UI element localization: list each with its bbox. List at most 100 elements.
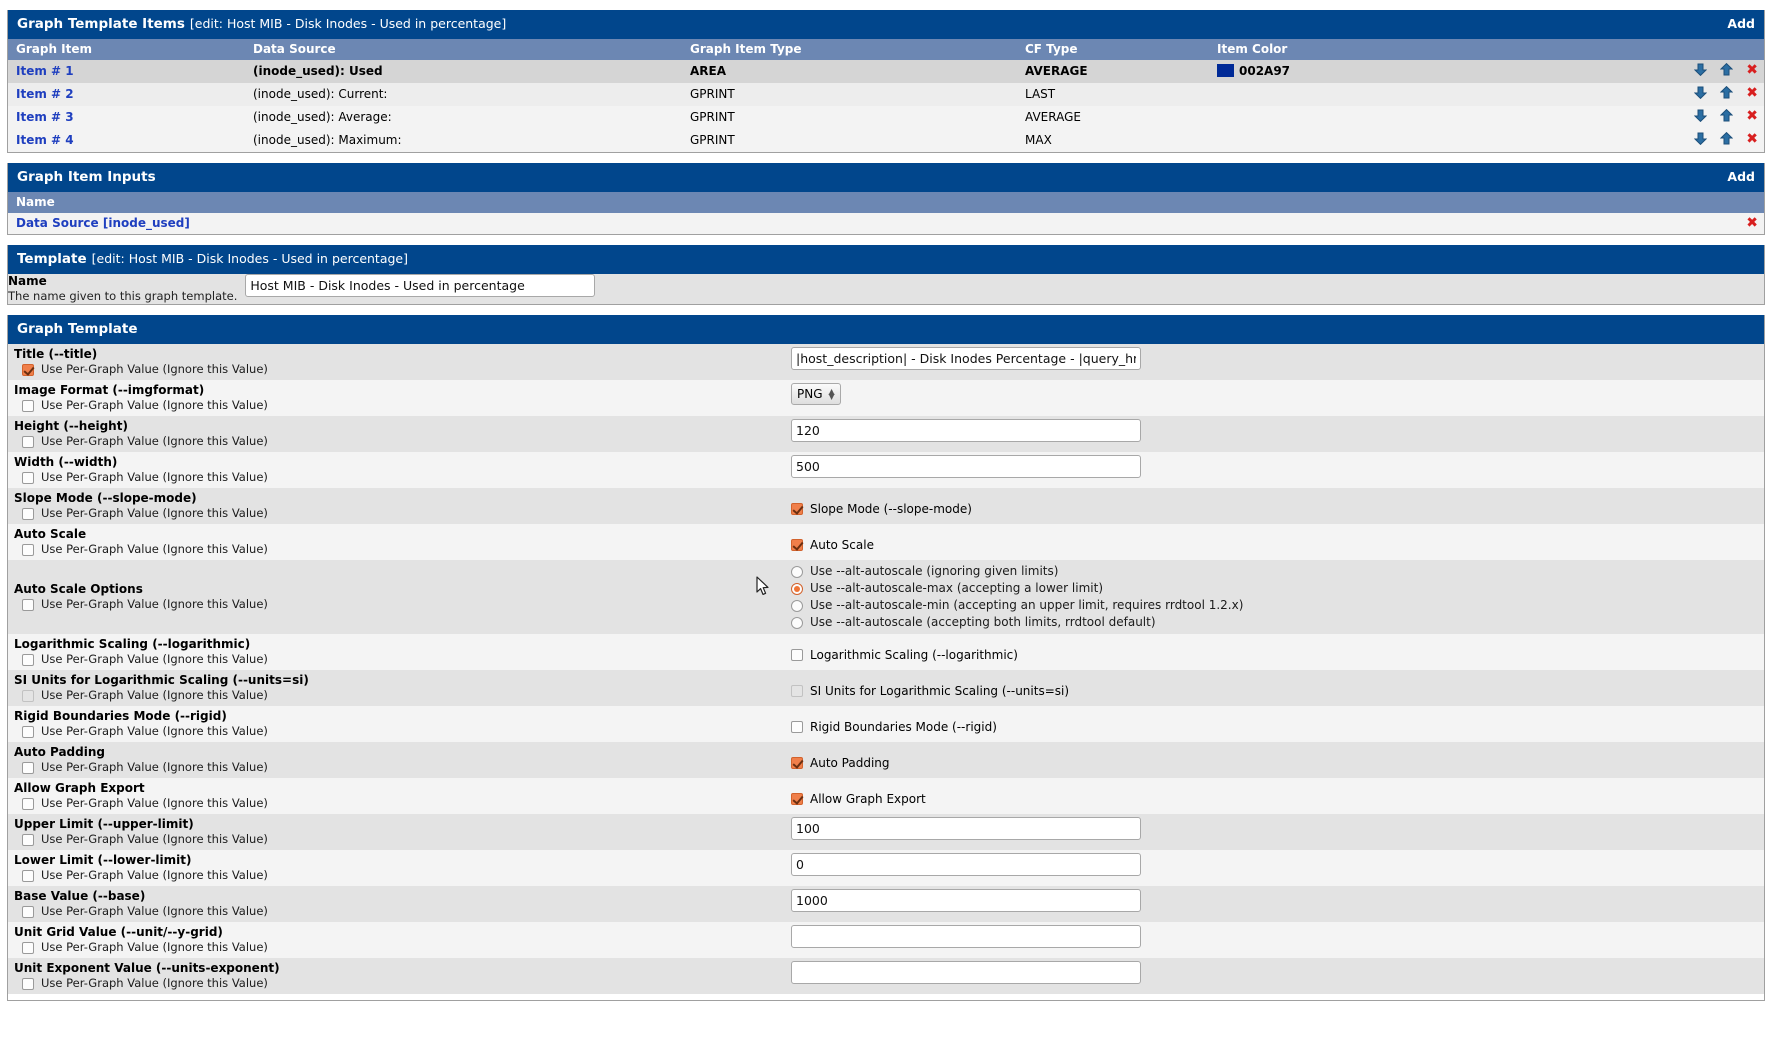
per-graph-value-row[interactable]: Use Per-Graph Value (Ignore this Value) bbox=[14, 506, 783, 521]
per-graph-value-checkbox[interactable] bbox=[22, 977, 34, 990]
per-graph-value-row[interactable]: Use Per-Graph Value (Ignore this Value) bbox=[14, 760, 783, 775]
upper-limit-input[interactable] bbox=[791, 817, 1141, 840]
allow-graph-export-row[interactable]: Allow Graph Export bbox=[783, 781, 1764, 807]
autoscale-option-2[interactable]: Use --alt-autoscale-min (accepting an up… bbox=[783, 597, 1764, 614]
unit-grid-value-input[interactable] bbox=[791, 925, 1141, 948]
per-graph-value-row[interactable]: Use Per-Graph Value (Ignore this Value) bbox=[14, 470, 783, 485]
per-graph-value-row[interactable]: Use Per-Graph Value (Ignore this Value) bbox=[14, 724, 783, 739]
per-graph-value-checkbox[interactable] bbox=[22, 543, 34, 556]
per-graph-value-row[interactable]: Use Per-Graph Value (Ignore this Value) bbox=[14, 652, 783, 667]
graph-item-inputs-add-link[interactable]: Add bbox=[1727, 169, 1755, 184]
per-graph-value-row[interactable]: Use Per-Graph Value (Ignore this Value) bbox=[14, 832, 783, 847]
autoscale-radio-3[interactable] bbox=[791, 616, 803, 629]
col-graph-item[interactable]: Graph Item bbox=[8, 39, 245, 60]
delete-icon[interactable]: ✖ bbox=[1746, 109, 1758, 123]
rigid-row[interactable]: Rigid Boundaries Mode (--rigid) bbox=[783, 709, 1764, 735]
graph-item-link-label[interactable]: Item # 4 bbox=[16, 133, 74, 147]
rigid-checkbox[interactable] bbox=[791, 721, 803, 733]
unit-exponent-value-input[interactable] bbox=[791, 961, 1141, 984]
graph-item-link-label[interactable]: Item # 2 bbox=[16, 87, 74, 101]
image-format-select[interactable]: PNG ▲ ▼ bbox=[791, 383, 841, 405]
graph-item-link-label[interactable]: Item # 1 bbox=[16, 64, 74, 78]
auto-padding-row[interactable]: Auto Padding bbox=[783, 745, 1764, 771]
autoscale-option-0[interactable]: Use --alt-autoscale (ignoring given limi… bbox=[783, 563, 1764, 580]
per-graph-value-row[interactable]: Use Per-Graph Value (Ignore this Value) bbox=[14, 904, 783, 919]
auto-scale-row[interactable]: Auto Scale bbox=[783, 527, 1764, 553]
per-graph-value-row[interactable]: Use Per-Graph Value (Ignore this Value) bbox=[14, 362, 783, 377]
graph-item-link[interactable]: Item # 1 bbox=[8, 60, 245, 83]
per-graph-value-checkbox[interactable] bbox=[22, 833, 34, 846]
width-input[interactable] bbox=[791, 455, 1141, 478]
per-graph-value-checkbox[interactable] bbox=[22, 761, 34, 774]
col-item-color[interactable]: Item Color bbox=[1209, 39, 1519, 60]
template-name-input[interactable] bbox=[245, 274, 596, 297]
per-graph-value-checkbox[interactable] bbox=[22, 598, 34, 611]
graph-item-link[interactable]: Item # 2 bbox=[8, 83, 245, 106]
table-row[interactable]: Data Source [inode_used] ✖ bbox=[8, 213, 1764, 234]
autoscale-radio-0[interactable] bbox=[791, 565, 803, 578]
row-actions: ✖ bbox=[1704, 213, 1764, 234]
per-graph-value-row[interactable]: Use Per-Graph Value (Ignore this Value) bbox=[14, 398, 783, 413]
per-graph-value-checkbox[interactable] bbox=[22, 905, 34, 918]
move-down-icon[interactable] bbox=[1694, 132, 1708, 146]
per-graph-value-checkbox[interactable] bbox=[22, 941, 34, 954]
autoscale-radio-1[interactable] bbox=[791, 582, 803, 595]
per-graph-value-label: Use Per-Graph Value (Ignore this Value) bbox=[41, 398, 268, 412]
table-row[interactable]: Item # 4 (inode_used): Maximum: GPRINT M… bbox=[8, 129, 1764, 152]
move-up-icon[interactable] bbox=[1720, 85, 1734, 99]
logarithmic-row[interactable]: Logarithmic Scaling (--logarithmic) bbox=[783, 637, 1764, 663]
delete-icon[interactable]: ✖ bbox=[1746, 86, 1758, 100]
per-graph-value-checkbox[interactable] bbox=[22, 471, 34, 484]
per-graph-value-row[interactable]: Use Per-Graph Value (Ignore this Value) bbox=[14, 542, 783, 557]
autoscale-option-1[interactable]: Use --alt-autoscale-max (accepting a low… bbox=[783, 580, 1764, 597]
graph-item-link[interactable]: Item # 3 bbox=[8, 106, 245, 129]
slope-mode-checkbox[interactable] bbox=[791, 503, 803, 515]
title-input[interactable] bbox=[791, 347, 1141, 370]
delete-icon[interactable]: ✖ bbox=[1746, 63, 1758, 77]
graph-item-input-link-label[interactable]: Data Source [inode_used] bbox=[16, 216, 190, 230]
autoscale-option-3[interactable]: Use --alt-autoscale (accepting both limi… bbox=[783, 614, 1764, 631]
table-row[interactable]: Item # 1 (inode_used): Used AREA AVERAGE… bbox=[8, 60, 1764, 83]
graph-item-input-link[interactable]: Data Source [inode_used] bbox=[8, 213, 1704, 234]
col-cf-type[interactable]: CF Type bbox=[1017, 39, 1209, 60]
per-graph-value-checkbox[interactable] bbox=[22, 797, 34, 810]
allow-graph-export-checkbox[interactable] bbox=[791, 793, 803, 805]
move-up-icon[interactable] bbox=[1720, 108, 1734, 122]
per-graph-value-checkbox[interactable] bbox=[22, 869, 34, 882]
height-input[interactable] bbox=[791, 419, 1141, 442]
per-graph-value-row[interactable]: Use Per-Graph Value (Ignore this Value) bbox=[14, 868, 783, 883]
move-down-icon[interactable] bbox=[1694, 86, 1708, 100]
col-graph-item-type[interactable]: Graph Item Type bbox=[682, 39, 1017, 60]
move-down-icon[interactable] bbox=[1694, 63, 1708, 77]
move-down-icon[interactable] bbox=[1694, 109, 1708, 123]
per-graph-value-checkbox[interactable] bbox=[22, 507, 34, 520]
graph-item-link-label[interactable]: Item # 3 bbox=[16, 110, 74, 124]
col-data-source[interactable]: Data Source bbox=[245, 39, 682, 60]
table-row[interactable]: Item # 2 (inode_used): Current: GPRINT L… bbox=[8, 83, 1764, 106]
delete-icon[interactable]: ✖ bbox=[1746, 216, 1758, 230]
per-graph-value-row[interactable]: Use Per-Graph Value (Ignore this Value) bbox=[14, 940, 783, 955]
auto-scale-checkbox[interactable] bbox=[791, 539, 803, 551]
per-graph-value-row[interactable]: Use Per-Graph Value (Ignore this Value) bbox=[14, 976, 783, 991]
per-graph-value-row[interactable]: Use Per-Graph Value (Ignore this Value) bbox=[14, 434, 783, 449]
table-row[interactable]: Item # 3 (inode_used): Average: GPRINT A… bbox=[8, 106, 1764, 129]
slope-mode-row[interactable]: Slope Mode (--slope-mode) bbox=[783, 491, 1764, 517]
autoscale-radio-2[interactable] bbox=[791, 599, 803, 612]
logarithmic-checkbox[interactable] bbox=[791, 649, 803, 661]
auto-padding-checkbox[interactable] bbox=[791, 757, 803, 769]
base-value-input[interactable] bbox=[791, 889, 1141, 912]
graph-item-link[interactable]: Item # 4 bbox=[8, 129, 245, 152]
delete-icon[interactable]: ✖ bbox=[1746, 132, 1758, 146]
graph-template-items-add-link[interactable]: Add bbox=[1727, 16, 1755, 31]
per-graph-value-row[interactable]: Use Per-Graph Value (Ignore this Value) bbox=[14, 796, 783, 811]
per-graph-value-row[interactable]: Use Per-Graph Value (Ignore this Value) bbox=[14, 597, 783, 612]
per-graph-value-checkbox[interactable] bbox=[22, 363, 34, 376]
col-name[interactable]: Name bbox=[8, 192, 1704, 213]
lower-limit-input[interactable] bbox=[791, 853, 1141, 876]
move-up-icon[interactable] bbox=[1720, 131, 1734, 145]
per-graph-value-checkbox[interactable] bbox=[22, 725, 34, 738]
per-graph-value-checkbox[interactable] bbox=[22, 399, 34, 412]
per-graph-value-checkbox[interactable] bbox=[22, 653, 34, 666]
per-graph-value-checkbox[interactable] bbox=[22, 435, 34, 448]
move-up-icon[interactable] bbox=[1720, 62, 1734, 76]
